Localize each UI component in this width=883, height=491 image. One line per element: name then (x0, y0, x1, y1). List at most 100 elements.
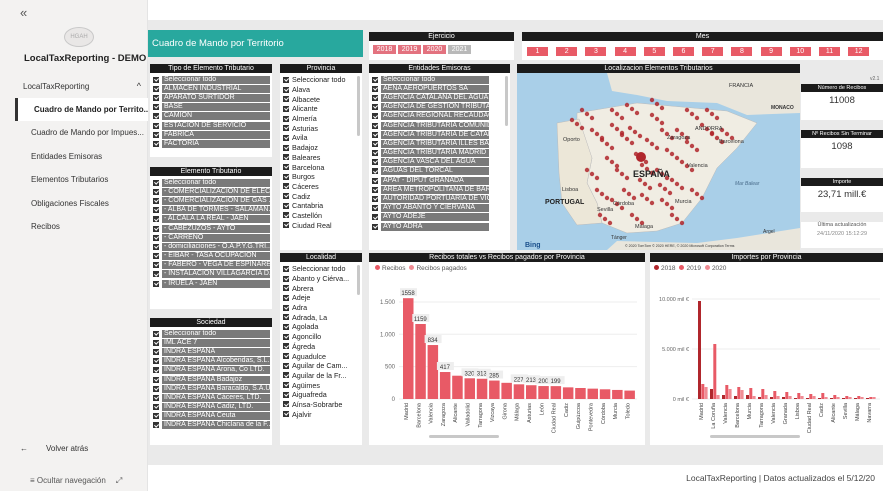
checkbox[interactable] (283, 134, 289, 141)
recibos-bar-chart[interactable]: 0 500 1.000 1.500 Madrid 1558 Barcelona 1159 Val… (369, 272, 645, 442)
bar-importe[interactable] (764, 395, 768, 399)
bar-importe[interactable] (797, 393, 801, 399)
bar-recibos[interactable] (452, 375, 463, 399)
list-item[interactable]: INDRA ESPAÑA Arona, Co LTD. (153, 366, 272, 375)
map-point[interactable] (624, 102, 630, 108)
map-point[interactable] (664, 201, 670, 207)
map-point[interactable] (579, 107, 585, 113)
map-point[interactable] (684, 107, 690, 113)
checkbox[interactable] (283, 193, 289, 200)
list-item[interactable]: AGENCIA DE GESTION TRIBUTARIA Y ... (372, 103, 510, 112)
map-point[interactable] (669, 212, 675, 218)
map-point[interactable] (597, 212, 603, 218)
map-point[interactable] (604, 141, 610, 147)
checkbox[interactable] (283, 285, 289, 292)
list-item[interactable]: Seleccionar todo (153, 75, 272, 84)
map-point[interactable] (659, 197, 665, 203)
checkbox[interactable] (153, 113, 159, 120)
bar-importe[interactable] (830, 398, 833, 399)
map-point[interactable] (589, 115, 595, 121)
month-button[interactable]: 10 (789, 47, 811, 56)
list-item[interactable]: AGENCIA TRIBUTARIA ILLES BALEARS (372, 139, 510, 148)
bar-importe[interactable] (794, 398, 797, 399)
tipo-list[interactable]: Seleccionar todo ALMACEN INDUSTRIAL APARAT… (150, 73, 272, 149)
bar-importe[interactable] (746, 395, 749, 399)
map-point[interactable] (624, 175, 630, 181)
bar-importe[interactable] (821, 393, 825, 399)
list-item[interactable]: Alicante (283, 104, 362, 114)
hide-nav-button[interactable]: ≡ Ocultar navegación ⤢ (30, 476, 122, 486)
list-item[interactable]: Alava (283, 85, 362, 95)
map-point[interactable] (604, 155, 610, 161)
entidades-list[interactable]: Seleccionar todo AENA AEROPUERTOS SA AGENC… (369, 73, 510, 231)
map-point[interactable] (632, 129, 638, 135)
month-button[interactable]: 3 (585, 47, 607, 56)
checkbox[interactable] (153, 367, 159, 374)
list-item[interactable]: ALMACEN INDUSTRIAL (153, 84, 272, 93)
nav-item-cuadro-impuesto[interactable]: Cuadro de Mando por Impues... (31, 128, 144, 137)
checkbox[interactable] (372, 205, 378, 212)
map-point[interactable] (614, 126, 620, 132)
year-button[interactable]: 2019 (398, 45, 421, 54)
list-item[interactable]: Asturias (283, 123, 362, 133)
list-item[interactable]: INDRA ESPAÑA Cáceres, LTD. (153, 393, 272, 402)
list-item[interactable]: Badajoz (283, 143, 362, 153)
map-point[interactable] (644, 137, 650, 143)
bar-importe[interactable] (698, 301, 701, 399)
list-item[interactable]: Barcelona (283, 162, 362, 172)
checkbox[interactable] (372, 131, 378, 138)
list-item[interactable]: Agolada (283, 322, 362, 332)
bar-importe[interactable] (728, 389, 732, 399)
list-item[interactable]: Abanto y Ciérva... (283, 274, 362, 284)
checkbox[interactable] (153, 376, 159, 383)
bar-recibos[interactable] (501, 382, 512, 399)
checkbox[interactable] (372, 214, 378, 221)
list-item[interactable]: INDRA ESPAÑA Alcobendas, S.L. (153, 357, 272, 366)
map-point[interactable] (659, 120, 665, 126)
list-item[interactable]: INDRA ESPAÑA Badajoz (153, 375, 272, 384)
map-point[interactable] (579, 125, 585, 131)
bar-importe[interactable] (776, 396, 780, 399)
bar-importe[interactable] (782, 397, 785, 399)
map-point[interactable] (627, 125, 633, 131)
map-point[interactable] (714, 115, 720, 121)
checkbox[interactable] (283, 382, 289, 389)
map-point[interactable] (599, 135, 605, 141)
map-point[interactable] (704, 107, 710, 113)
map-point[interactable] (619, 130, 625, 136)
list-item[interactable]: AGUAS DEL TORCAL (372, 167, 510, 176)
bar-importe[interactable] (800, 396, 804, 399)
map-point[interactable] (589, 127, 595, 133)
bar-importe[interactable] (752, 396, 756, 399)
checkbox[interactable] (283, 96, 289, 103)
elemento-list[interactable]: Seleccionar todo - COMERCIALIZACION DE EL… (150, 176, 272, 288)
checkbox[interactable] (283, 401, 289, 408)
checkbox[interactable] (153, 253, 159, 260)
sociedad-list[interactable]: Seleccionar todo IML ACE 7 INDRA ESPAÑA IND… (150, 327, 272, 430)
checkbox[interactable] (283, 353, 289, 360)
map-point[interactable] (619, 171, 625, 177)
checkbox[interactable] (153, 404, 159, 411)
map-bubble-madrid[interactable] (636, 152, 646, 162)
list-item[interactable]: Agüimes (283, 380, 362, 390)
list-item[interactable]: AGENCIA CATALANA DEL AGUA (372, 93, 510, 102)
h-scrollbar[interactable] (429, 435, 499, 438)
map-point[interactable] (604, 195, 610, 201)
localidad-list[interactable]: Seleccionar todo Abanto y Ciérva... Abrera… (280, 262, 362, 419)
checkbox[interactable] (153, 216, 159, 223)
bar-importe[interactable] (842, 398, 845, 399)
bar-recibos[interactable] (526, 385, 537, 399)
checkbox[interactable] (283, 222, 289, 229)
list-item[interactable]: Cantabria (283, 201, 362, 211)
list-item[interactable]: Aguilar de Cam... (283, 361, 362, 371)
checkbox[interactable] (372, 186, 378, 193)
map-point[interactable] (599, 191, 605, 197)
list-item[interactable]: APAT - DIPUT GRANADA (372, 176, 510, 185)
map-point[interactable] (674, 216, 680, 222)
list-item[interactable]: Aiguafreda (283, 390, 362, 400)
checkbox[interactable] (283, 154, 289, 161)
bar-importe[interactable] (806, 398, 809, 399)
list-item[interactable]: INDRA ESPAÑA (153, 347, 272, 356)
list-item[interactable]: INDRA ESPAÑA Ceuta (153, 412, 272, 421)
checkbox[interactable] (372, 113, 378, 120)
